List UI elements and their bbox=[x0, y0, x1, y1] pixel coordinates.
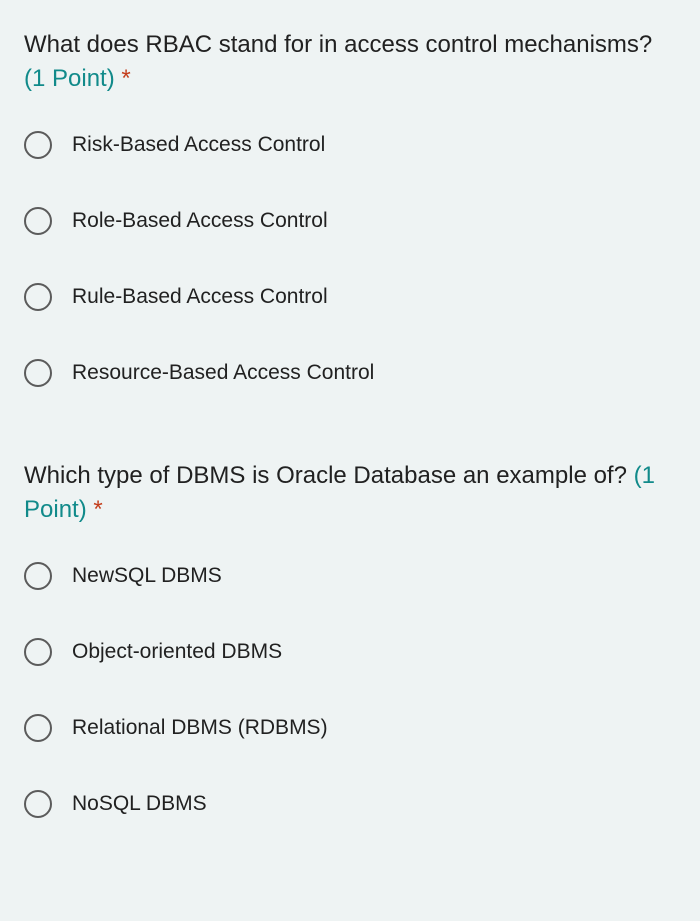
points-label: (1 Point) bbox=[24, 65, 115, 92]
question-block-1: What does RBAC stand for in access contr… bbox=[24, 28, 676, 387]
option-label: Risk-Based Access Control bbox=[72, 133, 325, 157]
radio-option[interactable]: Risk-Based Access Control bbox=[24, 131, 676, 159]
radio-option[interactable]: NoSQL DBMS bbox=[24, 790, 676, 818]
option-label: Role-Based Access Control bbox=[72, 209, 328, 233]
option-label: NoSQL DBMS bbox=[72, 792, 207, 816]
question-text: What does RBAC stand for in access contr… bbox=[24, 31, 652, 58]
radio-icon bbox=[24, 283, 52, 311]
radio-icon bbox=[24, 131, 52, 159]
radio-option[interactable]: Rule-Based Access Control bbox=[24, 283, 676, 311]
radio-option[interactable]: Resource-Based Access Control bbox=[24, 359, 676, 387]
radio-option[interactable]: Relational DBMS (RDBMS) bbox=[24, 714, 676, 742]
options-list: NewSQL DBMS Object-oriented DBMS Relatio… bbox=[24, 562, 676, 818]
question-block-2: Which type of DBMS is Oracle Database an… bbox=[24, 459, 676, 818]
option-label: Relational DBMS (RDBMS) bbox=[72, 716, 328, 740]
required-asterisk: * bbox=[93, 496, 102, 523]
option-label: Rule-Based Access Control bbox=[72, 285, 328, 309]
option-label: Object-oriented DBMS bbox=[72, 640, 282, 664]
radio-icon bbox=[24, 638, 52, 666]
radio-option[interactable]: Role-Based Access Control bbox=[24, 207, 676, 235]
radio-option[interactable]: Object-oriented DBMS bbox=[24, 638, 676, 666]
radio-icon bbox=[24, 207, 52, 235]
radio-icon bbox=[24, 790, 52, 818]
option-label: NewSQL DBMS bbox=[72, 564, 222, 588]
option-label: Resource-Based Access Control bbox=[72, 361, 374, 385]
radio-icon bbox=[24, 359, 52, 387]
radio-icon bbox=[24, 714, 52, 742]
question-prompt: What does RBAC stand for in access contr… bbox=[24, 28, 676, 95]
required-asterisk: * bbox=[121, 65, 130, 92]
question-text: Which type of DBMS is Oracle Database an… bbox=[24, 462, 627, 489]
radio-icon bbox=[24, 562, 52, 590]
question-prompt: Which type of DBMS is Oracle Database an… bbox=[24, 459, 676, 526]
options-list: Risk-Based Access Control Role-Based Acc… bbox=[24, 131, 676, 387]
radio-option[interactable]: NewSQL DBMS bbox=[24, 562, 676, 590]
